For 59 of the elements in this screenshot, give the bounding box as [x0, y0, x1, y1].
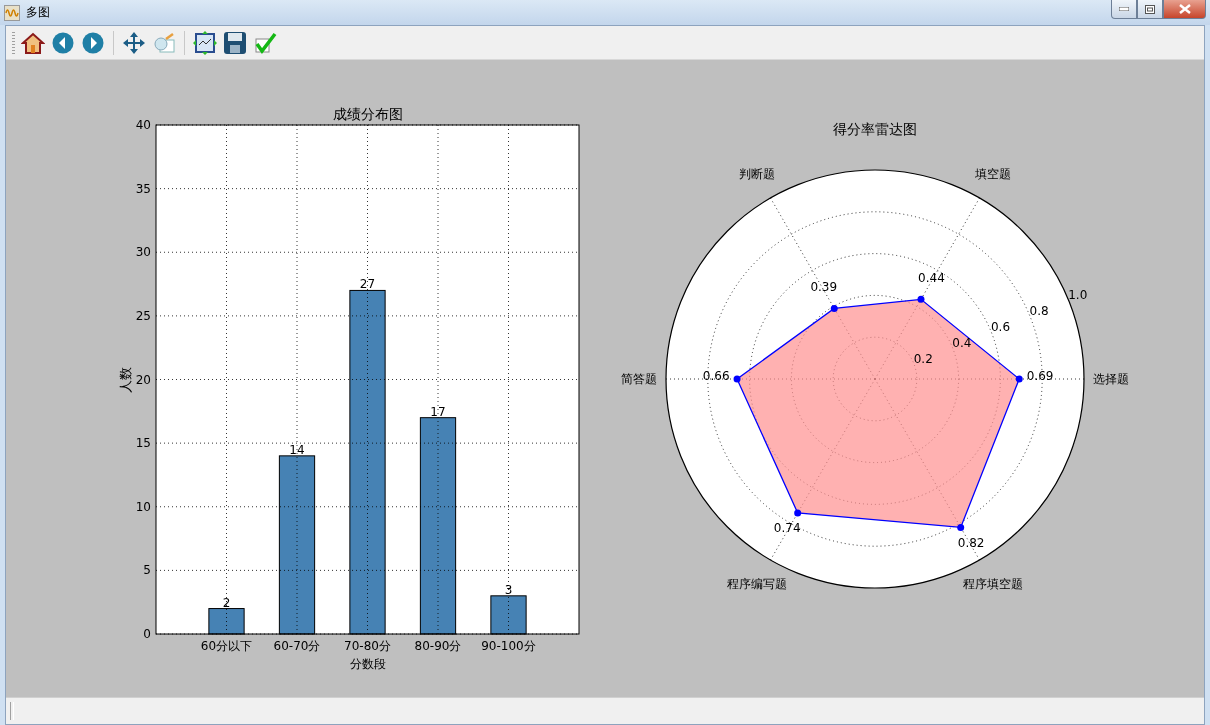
- data-point: [917, 295, 925, 303]
- data-point: [1015, 375, 1023, 383]
- data-value-label: 0.74: [773, 521, 801, 536]
- y-tick-label: 30: [135, 245, 151, 260]
- category-label: 程序编写题: [726, 576, 787, 591]
- radial-tick-label: 0.6: [990, 320, 1011, 334]
- x-tick-label: 60-70分: [273, 639, 321, 653]
- bar-value-label: 27: [359, 277, 376, 292]
- category-label: 程序填空题: [963, 576, 1024, 591]
- category-label: 简答题: [620, 372, 657, 386]
- data-value-label: 0.44: [918, 271, 945, 286]
- maximize-icon: [1145, 4, 1155, 14]
- close-icon: [1178, 4, 1191, 14]
- data-point: [733, 375, 741, 383]
- x-tick-label: 80-90分: [414, 639, 462, 653]
- data-point: [794, 509, 802, 517]
- bar-value-label: 14: [289, 442, 305, 457]
- chart-title: 得分率雷达图: [833, 121, 917, 137]
- radial-tick-label: 0.4: [952, 336, 972, 350]
- chart-title: 成绩分布图: [332, 106, 403, 122]
- minimize-icon: [1119, 7, 1129, 11]
- y-tick-label: 5: [143, 563, 151, 578]
- data-value-label: 0.66: [702, 369, 730, 383]
- y-tick-label: 25: [135, 308, 151, 323]
- bar-value-label: 17: [430, 404, 446, 419]
- category-label: 选择题: [1093, 372, 1130, 386]
- save-icon[interactable]: [223, 30, 247, 55]
- data-value-label: 0.69: [1026, 369, 1054, 383]
- data-point: [957, 523, 965, 531]
- minimize-button[interactable]: [1111, 0, 1137, 19]
- bar-value-label: 2: [222, 595, 231, 610]
- close-button[interactable]: [1163, 0, 1206, 19]
- category-label: 填空题: [975, 167, 1012, 182]
- radial-tick-label: 0.8: [1029, 304, 1049, 318]
- data-value-label: 0.39: [810, 280, 838, 295]
- category-label: 判断题: [738, 167, 775, 182]
- app-icon: [4, 4, 20, 21]
- y-tick-label: 20: [135, 372, 151, 387]
- move-icon[interactable]: [122, 30, 146, 55]
- radial-tick-label: 0.2: [913, 352, 933, 366]
- y-tick-label: 0: [143, 627, 151, 641]
- x-axis-label: 分数段: [349, 657, 386, 671]
- y-tick-label: 10: [135, 499, 151, 514]
- x-tick-label: 70-80分: [344, 639, 391, 653]
- radial-tick-label: 1.0: [1068, 288, 1088, 302]
- x-tick-label: 60分以下: [200, 639, 253, 653]
- y-tick-label: 40: [135, 118, 151, 132]
- y-tick-label: 15: [135, 436, 151, 451]
- home-icon[interactable]: [21, 30, 45, 55]
- data-value-label: 0.82: [957, 535, 985, 550]
- chart-window-icon[interactable]: [193, 30, 217, 55]
- bar-value-label: 3: [504, 582, 513, 597]
- window-title: 多图: [26, 4, 51, 21]
- data-point: [830, 304, 838, 312]
- x-tick-label: 90-100分: [481, 639, 536, 653]
- y-tick-label: 35: [135, 181, 151, 196]
- y-axis-label: 人数: [118, 366, 133, 393]
- check-icon[interactable]: [253, 30, 277, 55]
- maximize-button[interactable]: [1137, 0, 1163, 19]
